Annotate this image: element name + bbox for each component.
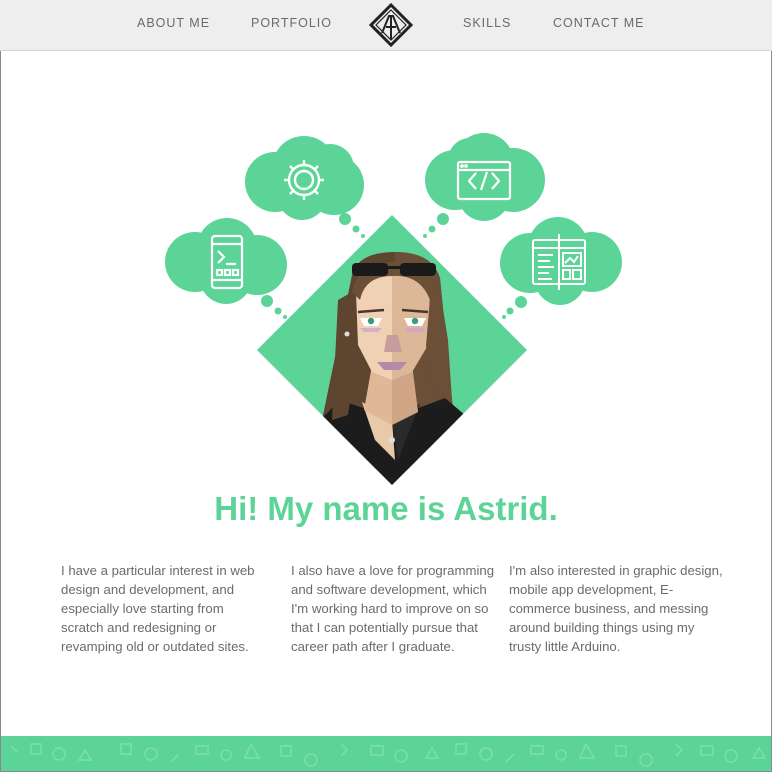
footer-doodle-pattern xyxy=(10,742,767,767)
hero-illustration xyxy=(165,133,622,485)
page-title: Hi! My name is Astrid. xyxy=(214,490,558,527)
nav-contact-me[interactable]: CONTACT ME xyxy=(553,16,644,30)
footer-pattern-band xyxy=(1,736,771,771)
diamond-monogram-logo-icon[interactable] xyxy=(369,3,413,47)
top-nav: ABOUT ME PORTFOLIO SKILLS CONTACT ME xyxy=(0,0,772,51)
cloud-mobile xyxy=(165,218,287,319)
nav-portfolio[interactable]: PORTFOLIO xyxy=(251,16,332,30)
intro-column-3: I'm also interested in graphic design, m… xyxy=(509,563,723,654)
intro-column-2: I also have a love for programming and s… xyxy=(291,563,495,654)
cloud-code xyxy=(423,133,545,238)
intro-column-1: I have a particular interest in web desi… xyxy=(61,563,255,654)
cloud-layout xyxy=(500,217,622,319)
cloud-gear xyxy=(245,136,365,238)
nav-about-me[interactable]: ABOUT ME xyxy=(137,16,210,30)
nav-skills[interactable]: SKILLS xyxy=(463,16,511,30)
